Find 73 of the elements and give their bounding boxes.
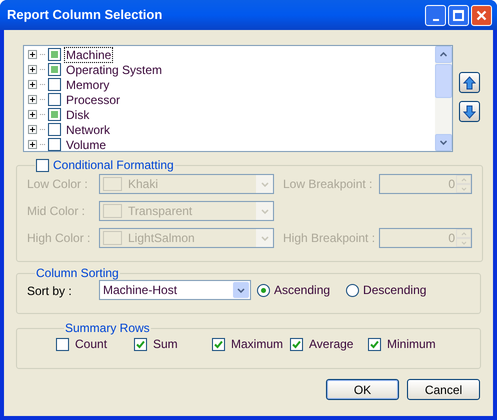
dropdown-button[interactable] [233, 282, 249, 298]
window-title: Report Column Selection [7, 6, 164, 24]
tree-checkbox[interactable] [48, 108, 61, 121]
move-up-button[interactable] [459, 72, 480, 93]
chevron-down-icon [260, 208, 268, 214]
scrollbar[interactable] [435, 46, 452, 151]
field-label: Sort by : [27, 283, 73, 300]
expand-icon[interactable] [28, 50, 37, 59]
group-title: Column Sorting [36, 266, 119, 280]
move-down-button[interactable] [459, 101, 480, 122]
expand-icon[interactable] [28, 125, 37, 134]
minimize-button[interactable] [425, 4, 446, 26]
arrow-down-icon [463, 104, 476, 118]
checkbox[interactable] [290, 338, 303, 350]
checkbox-label: Average [309, 336, 354, 353]
expand-icon[interactable] [28, 95, 37, 104]
checkbox[interactable] [56, 338, 69, 350]
tree-item[interactable]: Memory [64, 76, 112, 92]
expand-icon[interactable] [28, 140, 37, 149]
checkbox[interactable] [368, 338, 381, 350]
tree-item[interactable]: Network [64, 122, 112, 138]
tree-item[interactable]: Disk [64, 106, 92, 122]
checkbox-label: Count [75, 336, 108, 353]
sort-dropdown[interactable]: Machine-Host [99, 280, 251, 300]
field-label: High Breakpoint : [283, 230, 376, 247]
checkbox[interactable] [36, 158, 49, 172]
chevron-down-icon [260, 182, 268, 186]
close-icon [476, 10, 487, 20]
maximize-icon [453, 10, 464, 20]
tree-item[interactable]: Volume [64, 136, 108, 151]
cancel-button[interactable]: Cancel [407, 379, 480, 400]
checkbox-label: Maximum [231, 336, 284, 353]
radio-label: Ascending [274, 282, 330, 299]
field-label: High Color : [27, 230, 92, 247]
expand-icon[interactable] [28, 80, 37, 89]
scroll-down-button[interactable] [435, 134, 452, 151]
minimize-icon [432, 18, 438, 20]
maximize-button[interactable] [448, 4, 469, 26]
radio-button[interactable] [257, 284, 270, 296]
field-label: Low Color : [27, 176, 89, 193]
color-swatch [103, 231, 122, 245]
chevron-up-icon [440, 52, 447, 57]
arrow-up-icon [463, 76, 476, 90]
checkbox-label: Minimum [387, 336, 436, 353]
tree-checkbox[interactable] [48, 78, 61, 91]
scroll-up-button[interactable] [435, 46, 452, 63]
tree-item[interactable]: Operating System [64, 62, 164, 78]
radio-label: Descending [363, 282, 426, 299]
expand-icon[interactable] [28, 65, 37, 74]
field-label: Mid Color : [27, 203, 86, 220]
color-swatch [103, 177, 122, 191]
expand-icon[interactable] [28, 110, 37, 119]
chevron-down-icon [260, 236, 268, 240]
tree-checkbox[interactable] [48, 63, 61, 76]
color-swatch [103, 204, 122, 218]
tree-checkbox[interactable] [48, 123, 61, 136]
tree-checkbox[interactable] [48, 48, 61, 61]
tree-item[interactable]: Machine [64, 46, 114, 62]
checkbox[interactable] [134, 338, 147, 350]
chevron-down-icon [440, 140, 447, 145]
close-button[interactable] [471, 4, 492, 26]
field-label: Low Breakpoint : [283, 176, 374, 193]
ok-button[interactable]: OK [326, 379, 399, 400]
checkbox[interactable] [212, 338, 225, 350]
chevron-down-icon [237, 288, 245, 292]
radio-button[interactable] [346, 284, 360, 296]
group-title: Summary Rows [65, 321, 150, 335]
scroll-thumb[interactable] [435, 64, 452, 98]
group-title: Conditional Formatting [53, 158, 174, 172]
checkbox-label: Sum [153, 336, 178, 353]
tree-checkbox[interactable] [48, 93, 61, 106]
tree-checkbox[interactable] [48, 138, 61, 151]
tree-item[interactable]: Processor [64, 92, 122, 108]
